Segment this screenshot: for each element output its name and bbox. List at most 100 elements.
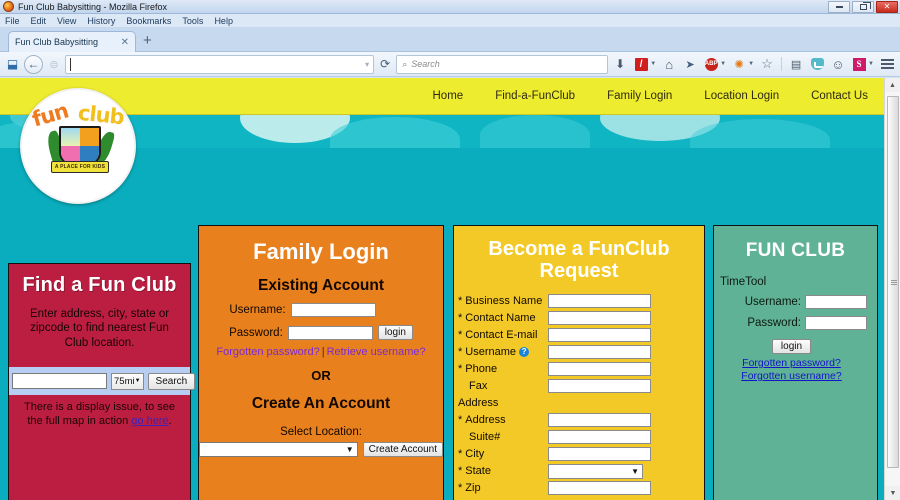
reading-list-icon[interactable]: ▤: [787, 55, 805, 73]
family-create-account-button[interactable]: Create Account: [362, 442, 443, 457]
become-field-list: * Business Name * Contact Name * Contact…: [454, 293, 704, 500]
menu-tools[interactable]: Tools: [182, 16, 203, 26]
scroll-up-button[interactable]: ▲: [885, 78, 900, 92]
nav-family-login[interactable]: Family Login: [607, 90, 672, 102]
field-label: Suite#: [458, 431, 548, 443]
address-bar[interactable]: ▾: [65, 54, 375, 74]
field-label: * Address: [458, 414, 548, 426]
fireworks-icon[interactable]: ✺: [730, 55, 748, 73]
required-star: *: [458, 448, 463, 461]
search-bar[interactable]: ⌕ Search: [396, 54, 609, 74]
forward-button[interactable]: ⊜: [46, 56, 62, 72]
field-address: * Address: [458, 412, 704, 429]
timetool-forgot-password-link[interactable]: Forgotten password?: [714, 357, 869, 369]
restore-button[interactable]: [852, 1, 874, 13]
family-username-input[interactable]: [290, 303, 376, 317]
find-address-input[interactable]: [12, 373, 107, 389]
field-label: * Contact E-mail: [458, 329, 548, 341]
timetool-username-input[interactable]: [805, 295, 867, 309]
emoji-icon[interactable]: ☺: [829, 55, 847, 73]
pocket-icon[interactable]: [808, 55, 826, 73]
label-text: Phone: [465, 363, 498, 376]
skype-icon[interactable]: S: [850, 55, 868, 73]
address-input[interactable]: [548, 413, 651, 428]
phone-input[interactable]: [548, 362, 651, 377]
shield-icon: [59, 126, 101, 166]
menu-edit[interactable]: Edit: [31, 16, 47, 26]
city-input[interactable]: [548, 447, 651, 462]
family-username-label: Username:: [229, 304, 286, 316]
family-login-button[interactable]: login: [377, 325, 413, 340]
fax-input[interactable]: [548, 379, 651, 394]
field-business-name: * Business Name: [458, 293, 704, 310]
suite-input[interactable]: [548, 430, 651, 445]
menu-bookmarks[interactable]: Bookmarks: [126, 16, 171, 26]
fun-club-logo[interactable]: fun club A PLACE FOR KIDS: [20, 88, 136, 204]
username-input[interactable]: [548, 345, 651, 360]
family-retrieve-username-link[interactable]: Retrieve username?: [327, 346, 426, 358]
go-here-link[interactable]: go here: [131, 415, 168, 427]
scrollbar-thumb[interactable]: [887, 96, 899, 468]
bookmark-star-icon[interactable]: ☆: [758, 55, 776, 73]
zip-input[interactable]: [548, 481, 651, 496]
contact-name-input[interactable]: [548, 311, 651, 326]
firefox-logo-icon: [3, 1, 14, 12]
pointer-select-icon[interactable]: ⬓: [4, 56, 21, 73]
required-star: *: [458, 482, 463, 495]
address-dropdown-icon[interactable]: ▾: [365, 60, 369, 69]
family-forgot-password-link[interactable]: Forgotten password?: [216, 346, 319, 358]
scroll-down-button[interactable]: ▼: [885, 486, 900, 500]
flash-icon[interactable]: /: [632, 55, 650, 73]
business-name-input[interactable]: [548, 294, 651, 309]
timetool-login-button[interactable]: login: [771, 339, 812, 354]
forward-icon: ⊜: [49, 58, 59, 71]
contact-email-input[interactable]: [548, 328, 651, 343]
skype-chevron-down-icon[interactable]: ▼: [868, 61, 874, 67]
family-location-select[interactable]: ▼: [199, 442, 358, 457]
vertical-scrollbar[interactable]: ▲ ▼: [884, 78, 900, 500]
menu-file[interactable]: File: [5, 16, 20, 26]
become-panel-heading: Become a FunClub Request: [488, 238, 670, 283]
new-tab-button[interactable]: +: [143, 32, 152, 49]
menu-view[interactable]: View: [57, 16, 76, 26]
minimize-button[interactable]: [828, 1, 850, 13]
tab-fun-club-babysitting[interactable]: Fun Club Babysitting ✕: [8, 31, 136, 52]
back-button[interactable]: ←: [24, 54, 43, 74]
menu-hamburger-icon[interactable]: [878, 55, 896, 73]
send-icon[interactable]: ➤: [681, 55, 699, 73]
home-icon[interactable]: ⌂: [660, 55, 678, 73]
family-select-location-label: Select Location:: [280, 426, 362, 438]
menu-help[interactable]: Help: [214, 16, 233, 26]
reload-button[interactable]: ⟳: [377, 57, 393, 71]
field-fax: Fax: [458, 378, 704, 395]
adblock-chevron-down-icon[interactable]: ▼: [720, 61, 726, 67]
nav-home[interactable]: Home: [433, 90, 464, 102]
family-password-label: Password:: [229, 326, 283, 339]
timetool-password-input[interactable]: [805, 316, 867, 330]
label-text: Address: [465, 414, 506, 427]
downloads-icon[interactable]: ⬇: [611, 55, 629, 73]
nav-contact-us[interactable]: Contact Us: [811, 90, 868, 102]
find-search-button[interactable]: Search: [147, 372, 196, 390]
label-text: Contact E-mail: [465, 329, 538, 342]
help-question-icon[interactable]: ?: [519, 347, 530, 358]
nav-find-a-funclub[interactable]: Find-a-FunClub: [495, 90, 575, 102]
nav-location-login[interactable]: Location Login: [704, 90, 779, 102]
adblock-icon[interactable]: ABP: [702, 55, 720, 73]
required-star: *: [458, 363, 463, 376]
timetool-login-row: login: [714, 339, 877, 354]
timetool-forgot-username-link[interactable]: Forgotten username?: [714, 370, 869, 382]
scrollbar-track[interactable]: [885, 92, 900, 486]
flash-chevron-down-icon[interactable]: ▼: [650, 61, 656, 67]
find-radius-select[interactable]: 75mi ▼: [111, 372, 144, 390]
timetool-username-row: Username:: [714, 295, 877, 309]
state-select[interactable]: ▼: [548, 463, 643, 479]
family-password-input[interactable]: [287, 325, 373, 340]
field-contact-name: * Contact Name: [458, 310, 704, 327]
close-button[interactable]: ✕: [876, 1, 898, 13]
menu-history[interactable]: History: [87, 16, 115, 26]
field-label: * City: [458, 448, 548, 460]
tab-close-icon[interactable]: ✕: [121, 37, 129, 48]
fireworks-chevron-down-icon[interactable]: ▼: [748, 61, 754, 67]
chevron-down-icon: ▼: [134, 378, 141, 384]
